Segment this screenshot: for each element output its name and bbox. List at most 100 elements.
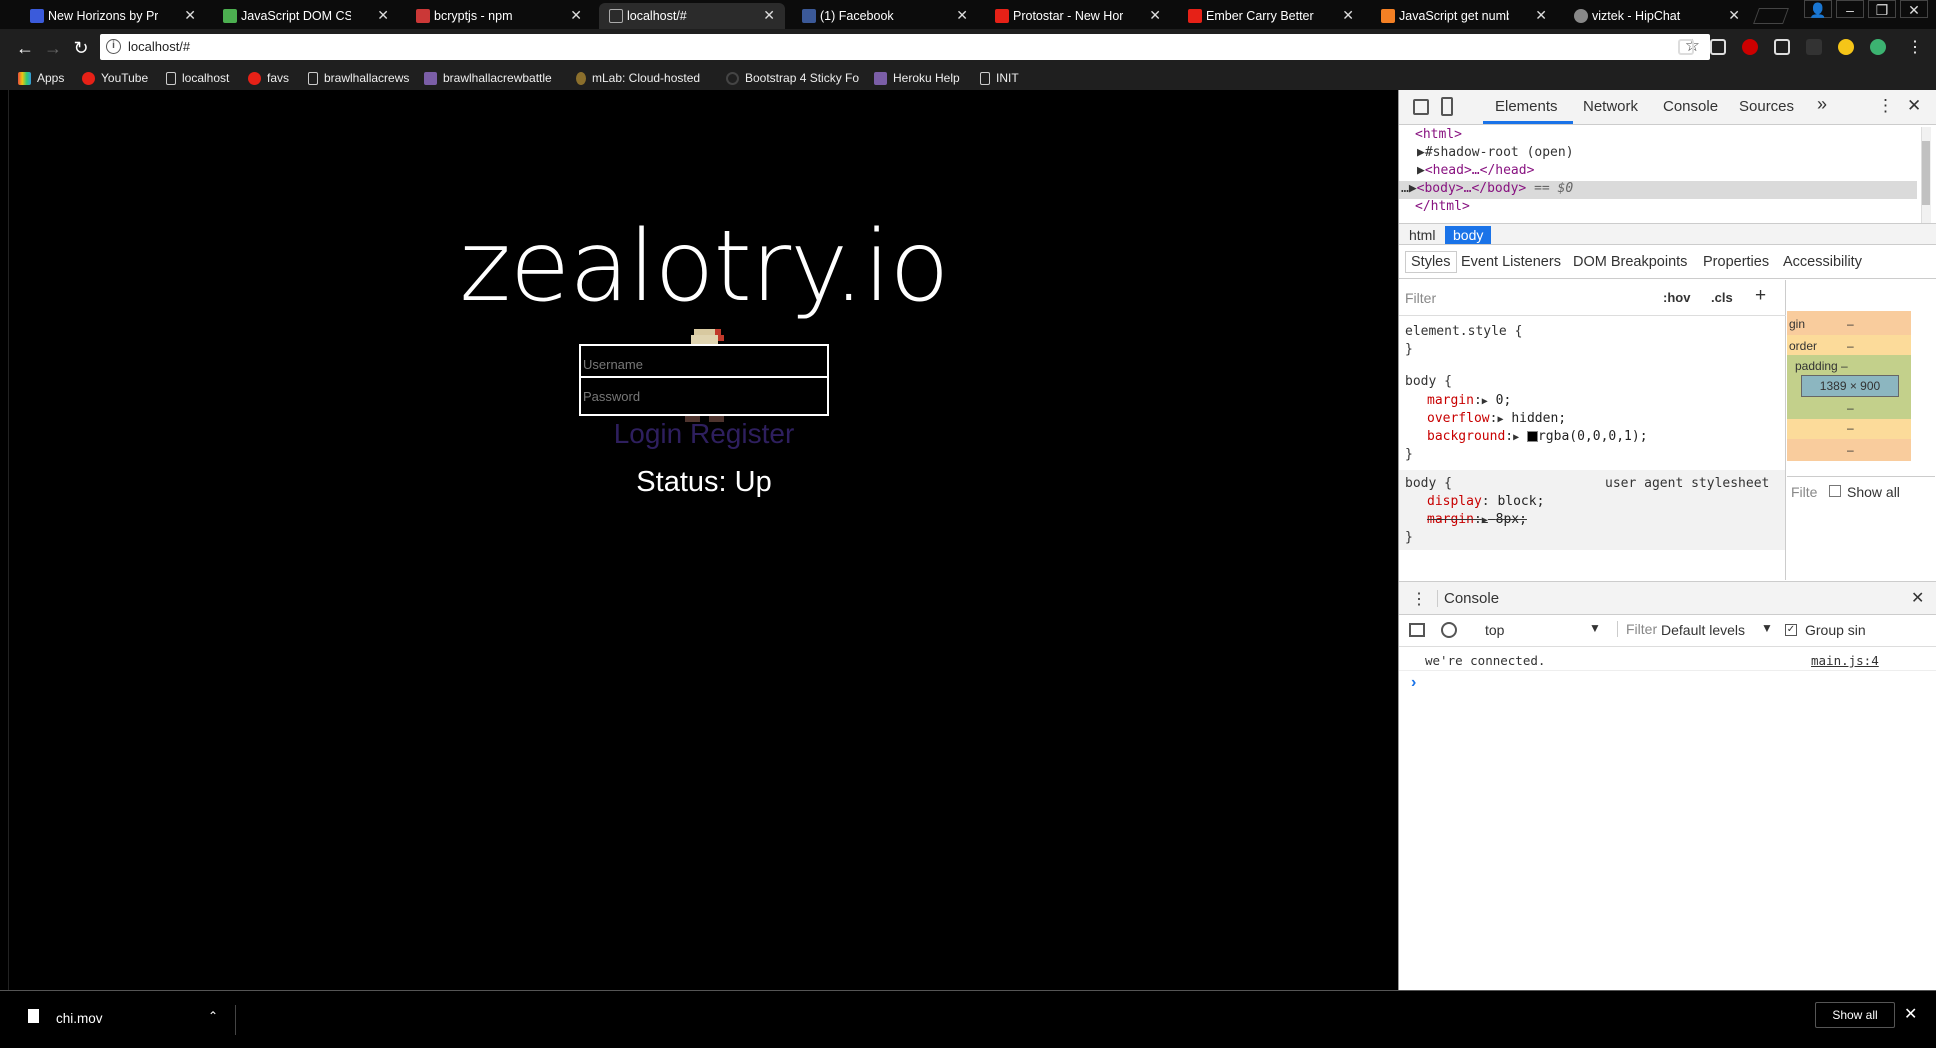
- console-drawer-tab[interactable]: Console: [1437, 590, 1505, 607]
- dom-node-selected[interactable]: …▶<body>…</body> == $0: [1399, 181, 1917, 199]
- tab-elements[interactable]: Elements: [1495, 98, 1558, 115]
- css-property[interactable]: margin:▶ 0;: [1427, 393, 1511, 408]
- register-link[interactable]: Register: [690, 418, 794, 449]
- chevron-down-icon[interactable]: ▼: [1761, 621, 1773, 635]
- bookmark-brawlhallacrewbattle[interactable]: brawlhallacrewbattle: [424, 70, 564, 86]
- tab-active[interactable]: localhost/# ✕: [599, 3, 785, 29]
- profile-button[interactable]: 👤: [1804, 0, 1832, 18]
- adblock-icon[interactable]: [1742, 39, 1758, 55]
- add-rule-icon[interactable]: +: [1755, 285, 1766, 307]
- chevron-down-icon[interactable]: ▼: [1589, 621, 1601, 635]
- sidebar-toggle-icon[interactable]: [1409, 623, 1425, 637]
- close-drawer-icon[interactable]: ✕: [1911, 588, 1924, 608]
- tab[interactable]: (1) Facebook ✕: [792, 3, 978, 29]
- extension-gamepad-icon[interactable]: [1774, 39, 1790, 55]
- more-tabs-icon[interactable]: »: [1817, 94, 1827, 115]
- subtab-styles[interactable]: Styles: [1405, 251, 1457, 273]
- subtab-dom-breakpoints[interactable]: DOM Breakpoints: [1573, 254, 1687, 270]
- info-icon[interactable]: i: [106, 39, 121, 54]
- hov-toggle[interactable]: :hov: [1663, 290, 1690, 305]
- dom-scrollbar[interactable]: [1921, 127, 1931, 223]
- close-tab-icon[interactable]: ✕: [1342, 7, 1354, 24]
- new-tab-button[interactable]: [1753, 8, 1789, 24]
- password-input[interactable]: [579, 376, 829, 416]
- close-tab-icon[interactable]: ✕: [1728, 7, 1740, 24]
- subtab-accessibility[interactable]: Accessibility: [1783, 254, 1862, 270]
- subtab-properties[interactable]: Properties: [1703, 254, 1769, 270]
- close-tab-icon[interactable]: ✕: [184, 7, 196, 24]
- dom-node[interactable]: ▶<head>…</head>: [1399, 163, 1917, 181]
- close-tab-icon[interactable]: ✕: [377, 7, 389, 24]
- console-message-source[interactable]: main.js:4: [1811, 653, 1879, 668]
- devtools-menu-icon[interactable]: ⋮: [1877, 96, 1894, 116]
- breadcrumb-body[interactable]: body: [1445, 226, 1492, 244]
- tab[interactable]: Protostar - New Horizon ✕: [985, 3, 1171, 29]
- address-url[interactable]: localhost/#: [128, 39, 190, 54]
- menu-kebab-icon[interactable]: ⋮: [1904, 37, 1926, 59]
- extension-grid-icon[interactable]: [1678, 39, 1694, 55]
- address-bar[interactable]: i localhost/# ☆: [100, 34, 1710, 60]
- extension-window-icon[interactable]: [1710, 39, 1726, 55]
- drawer-menu-icon[interactable]: ⋮: [1411, 589, 1427, 609]
- inspect-element-icon[interactable]: [1413, 99, 1429, 115]
- css-property[interactable]: display: block;: [1427, 494, 1544, 509]
- bookmark-init[interactable]: INIT: [980, 70, 1019, 86]
- computed-filter-input[interactable]: Filte: [1791, 484, 1817, 500]
- context-select[interactable]: top: [1485, 622, 1504, 638]
- reload-icon[interactable]: ↻: [70, 37, 92, 59]
- bookmark-apps[interactable]: Apps: [18, 70, 64, 86]
- close-download-bar-icon[interactable]: ✕: [1904, 1004, 1917, 1024]
- moon-icon[interactable]: [1838, 39, 1854, 55]
- group-checkbox[interactable]: ✓: [1785, 624, 1797, 636]
- tab[interactable]: Ember Carry Better Than ✕: [1178, 3, 1364, 29]
- close-tab-icon[interactable]: ✕: [1149, 7, 1161, 24]
- bookmark-mlab[interactable]: mLab: Cloud-hosted: [576, 70, 712, 86]
- bookmark-bootstrap[interactable]: Bootstrap 4 Sticky Fo: [726, 70, 860, 86]
- forward-arrow-icon[interactable]: →: [42, 37, 64, 59]
- extension-green-icon[interactable]: [1870, 39, 1886, 55]
- tab[interactable]: viztek - HipChat ✕: [1564, 3, 1750, 29]
- dom-node[interactable]: <html>: [1399, 127, 1917, 145]
- close-devtools-icon[interactable]: ✕: [1907, 96, 1921, 116]
- styles-filter-input[interactable]: Filter: [1405, 290, 1436, 306]
- restore-button[interactable]: ❐: [1868, 0, 1896, 18]
- bookmark-youtube[interactable]: YouTube: [82, 70, 148, 86]
- breadcrumb-html[interactable]: html: [1401, 226, 1443, 244]
- tab[interactable]: bcryptjs - npm ✕: [406, 3, 592, 29]
- close-window-button[interactable]: ✕: [1900, 0, 1928, 18]
- console-prompt-icon[interactable]: ›: [1411, 674, 1416, 692]
- cls-toggle[interactable]: .cls: [1711, 290, 1733, 305]
- bookmark-localhost[interactable]: localhost: [166, 70, 229, 86]
- tab[interactable]: JavaScript get number fr ✕: [1371, 3, 1557, 29]
- console-filter-input[interactable]: Filter: [1617, 621, 1657, 637]
- login-link[interactable]: Login: [614, 418, 683, 449]
- tab-network[interactable]: Network: [1583, 98, 1638, 115]
- show-all-checkbox[interactable]: [1829, 485, 1841, 497]
- tab[interactable]: JavaScript DOM CSS ✕: [213, 3, 399, 29]
- log-levels-select[interactable]: Default levels: [1661, 622, 1745, 638]
- close-tab-icon[interactable]: ✕: [956, 7, 968, 24]
- tab-sources[interactable]: Sources: [1739, 98, 1794, 115]
- close-tab-icon[interactable]: ✕: [763, 7, 775, 24]
- bookmark-brawlhallacrews[interactable]: brawlhallacrews: [308, 70, 409, 86]
- dom-node[interactable]: ▶#shadow-root (open): [1399, 145, 1917, 163]
- back-arrow-icon[interactable]: ←: [14, 37, 36, 59]
- minimize-button[interactable]: –: [1836, 0, 1864, 18]
- download-item[interactable]: chi.mov ⌃: [24, 1005, 236, 1035]
- tab-console[interactable]: Console: [1663, 98, 1718, 115]
- css-property-overridden[interactable]: margin:▶ 8px;: [1427, 512, 1527, 527]
- device-toolbar-icon[interactable]: [1441, 97, 1453, 116]
- css-property[interactable]: overflow:▶ hidden;: [1427, 411, 1566, 426]
- css-property[interactable]: background:▶ rgba(0,0,0,1);: [1427, 429, 1648, 444]
- bookmark-heroku-help[interactable]: Heroku Help: [874, 70, 960, 86]
- dom-node[interactable]: </html>: [1399, 199, 1917, 217]
- subtab-event-listeners[interactable]: Event Listeners: [1461, 254, 1561, 270]
- bookmark-favs[interactable]: favs: [248, 70, 289, 86]
- chevron-up-icon[interactable]: ⌃: [208, 1009, 218, 1023]
- close-tab-icon[interactable]: ✕: [570, 7, 582, 24]
- tab[interactable]: New Horizons by Protos ✕: [20, 3, 206, 29]
- extension-square-icon[interactable]: [1806, 39, 1822, 55]
- close-tab-icon[interactable]: ✕: [1535, 7, 1547, 24]
- clear-console-icon[interactable]: [1441, 622, 1457, 638]
- show-all-downloads-button[interactable]: Show all: [1815, 1002, 1895, 1028]
